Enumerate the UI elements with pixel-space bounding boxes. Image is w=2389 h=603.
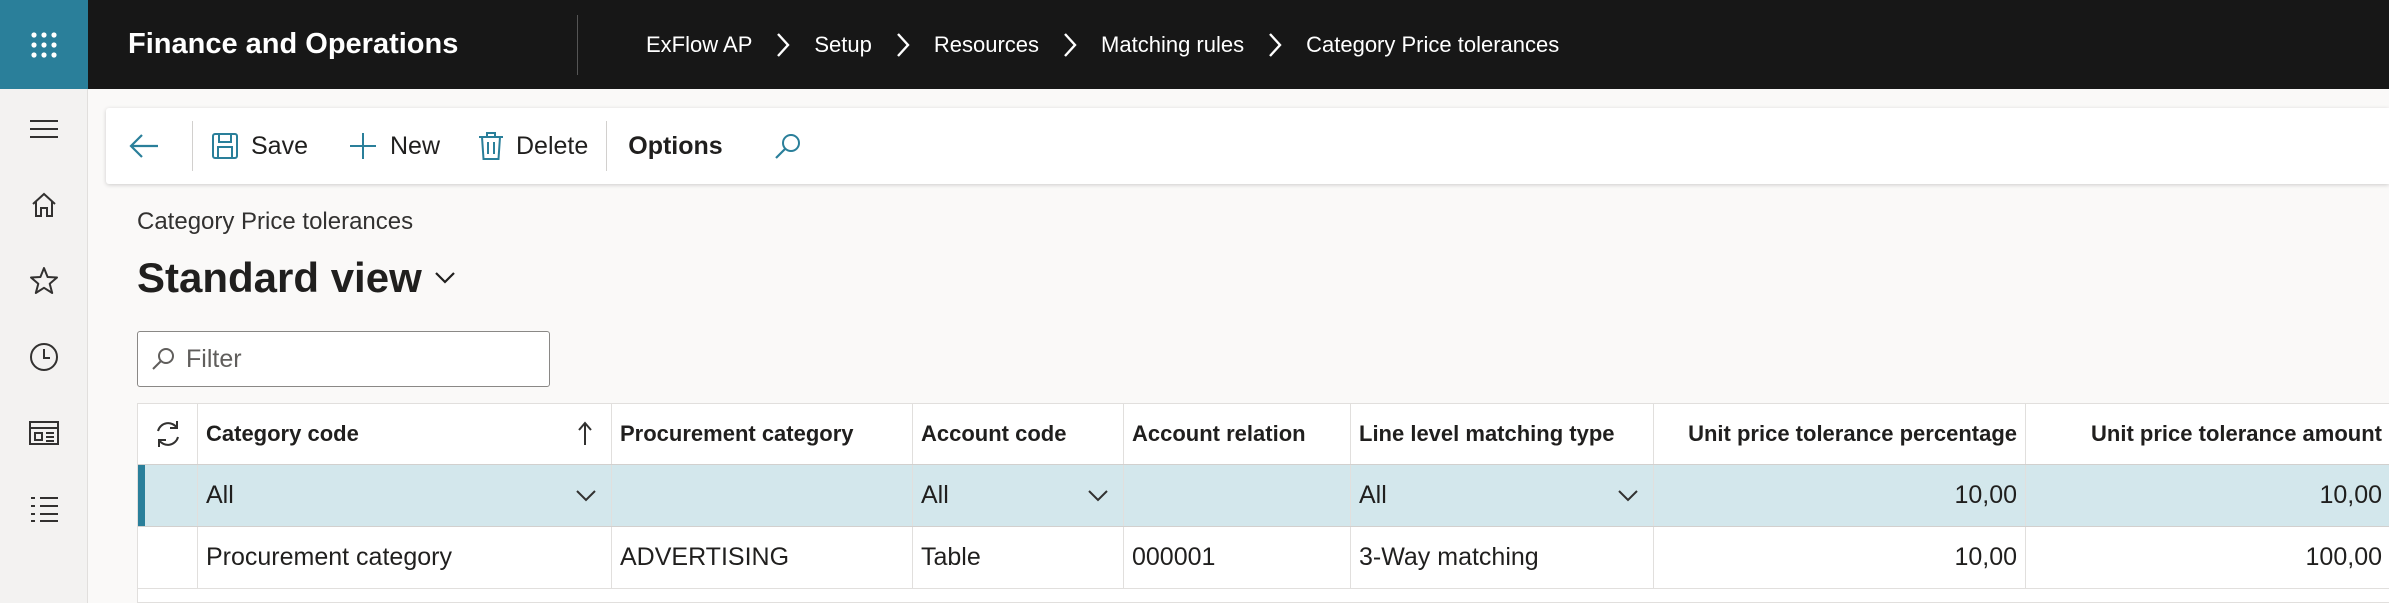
new-button[interactable]: New bbox=[328, 108, 460, 184]
back-arrow-icon bbox=[129, 134, 158, 158]
row-selector[interactable] bbox=[138, 527, 198, 588]
view-selector[interactable]: Standard view bbox=[137, 254, 456, 302]
options-tab[interactable]: Options bbox=[607, 108, 746, 184]
category-code-cell[interactable]: Procurement category bbox=[198, 527, 612, 588]
procurement-category-cell[interactable]: ADVERTISING bbox=[612, 527, 913, 588]
breadcrumb: ExFlow AP Setup Resources Matching rules… bbox=[578, 32, 1559, 58]
save-label: Save bbox=[251, 131, 308, 160]
plus-icon bbox=[349, 133, 376, 159]
chevron-down-icon bbox=[1618, 489, 1638, 501]
selected-row-indicator bbox=[138, 465, 145, 526]
page-caption: Category Price tolerances bbox=[137, 208, 414, 235]
chevron-down-icon bbox=[434, 272, 455, 284]
save-icon bbox=[212, 133, 238, 159]
chevron-right-icon bbox=[776, 32, 790, 58]
chevron-down-icon bbox=[576, 489, 596, 501]
unit-price-tolerance-percentage-cell[interactable]: 10,00 bbox=[1654, 465, 2026, 526]
search-button[interactable] bbox=[747, 108, 835, 184]
app-title[interactable]: Finance and Operations bbox=[88, 14, 578, 75]
back-button[interactable] bbox=[106, 108, 192, 184]
column-header-account-code[interactable]: Account code bbox=[913, 404, 1124, 464]
table-row[interactable]: Procurement category ADVERTISING Table 0… bbox=[138, 527, 2389, 589]
trash-icon bbox=[479, 132, 503, 160]
delete-button[interactable]: Delete bbox=[460, 108, 606, 184]
left-navigation bbox=[0, 89, 88, 603]
line-level-matching-type-cell[interactable]: 3-Way matching bbox=[1351, 527, 1654, 588]
save-button[interactable]: Save bbox=[193, 108, 328, 184]
row-selector[interactable] bbox=[138, 465, 198, 526]
new-label: New bbox=[389, 131, 440, 160]
breadcrumb-exflow-ap[interactable]: ExFlow AP bbox=[646, 32, 752, 58]
column-header-category-code[interactable]: Category code bbox=[198, 404, 612, 464]
breadcrumb-matching-rules[interactable]: Matching rules bbox=[1101, 32, 1244, 58]
breadcrumb-setup[interactable]: Setup bbox=[814, 32, 872, 58]
workspace-icon[interactable] bbox=[24, 413, 64, 453]
account-code-cell[interactable]: Table bbox=[913, 527, 1124, 588]
chevron-right-icon bbox=[1063, 32, 1077, 58]
star-icon[interactable] bbox=[24, 261, 64, 301]
top-bar: Finance and Operations ExFlow AP Setup R… bbox=[0, 0, 2389, 89]
sort-ascending-icon bbox=[578, 421, 592, 445]
chevron-right-icon bbox=[896, 32, 910, 58]
column-header-account-relation[interactable]: Account relation bbox=[1124, 404, 1351, 464]
column-header-unit-price-tolerance-percentage[interactable]: Unit price tolerance percentage bbox=[1654, 404, 2026, 464]
column-header-unit-price-tolerance-amount[interactable]: Unit price tolerance amount bbox=[2026, 404, 2389, 464]
action-pane: Save New Delete Options bbox=[106, 108, 2389, 184]
delete-label: Delete bbox=[516, 131, 589, 160]
list-icon[interactable] bbox=[24, 489, 64, 529]
account-relation-cell[interactable] bbox=[1124, 465, 1351, 526]
clock-icon[interactable] bbox=[24, 337, 64, 377]
search-icon bbox=[152, 348, 174, 370]
procurement-category-cell[interactable] bbox=[612, 465, 913, 526]
refresh-icon[interactable] bbox=[138, 404, 198, 464]
view-title: Standard view bbox=[137, 254, 422, 301]
app-launcher-icon[interactable] bbox=[0, 0, 88, 89]
data-grid: Category code Procurement category Accou… bbox=[137, 403, 2389, 603]
column-header-line-level-matching-type[interactable]: Line level matching type bbox=[1351, 404, 1654, 464]
menu-icon[interactable] bbox=[24, 109, 64, 149]
category-code-select[interactable]: All bbox=[198, 465, 612, 526]
chevron-right-icon bbox=[1268, 32, 1282, 58]
account-relation-cell[interactable]: 000001 bbox=[1124, 527, 1351, 588]
unit-price-tolerance-amount-cell[interactable]: 10,00 bbox=[2026, 465, 2389, 526]
grid-header-row: Category code Procurement category Accou… bbox=[138, 404, 2389, 465]
column-header-procurement-category[interactable]: Procurement category bbox=[612, 404, 913, 464]
table-row[interactable]: All All All 10,00 10,00 bbox=[138, 465, 2389, 527]
home-icon[interactable] bbox=[24, 185, 64, 225]
account-code-select[interactable]: All bbox=[913, 465, 1124, 526]
filter-placeholder: Filter bbox=[186, 344, 242, 373]
chevron-down-icon bbox=[1088, 489, 1108, 501]
filter-input[interactable]: Filter bbox=[137, 331, 550, 387]
breadcrumb-category-price-tolerances[interactable]: Category Price tolerances bbox=[1306, 32, 1559, 58]
unit-price-tolerance-percentage-cell[interactable]: 10,00 bbox=[1654, 527, 2026, 588]
line-level-matching-type-select[interactable]: All bbox=[1351, 465, 1654, 526]
search-icon bbox=[774, 134, 800, 159]
breadcrumb-resources[interactable]: Resources bbox=[934, 32, 1039, 58]
unit-price-tolerance-amount-cell[interactable]: 100,00 bbox=[2026, 527, 2389, 588]
